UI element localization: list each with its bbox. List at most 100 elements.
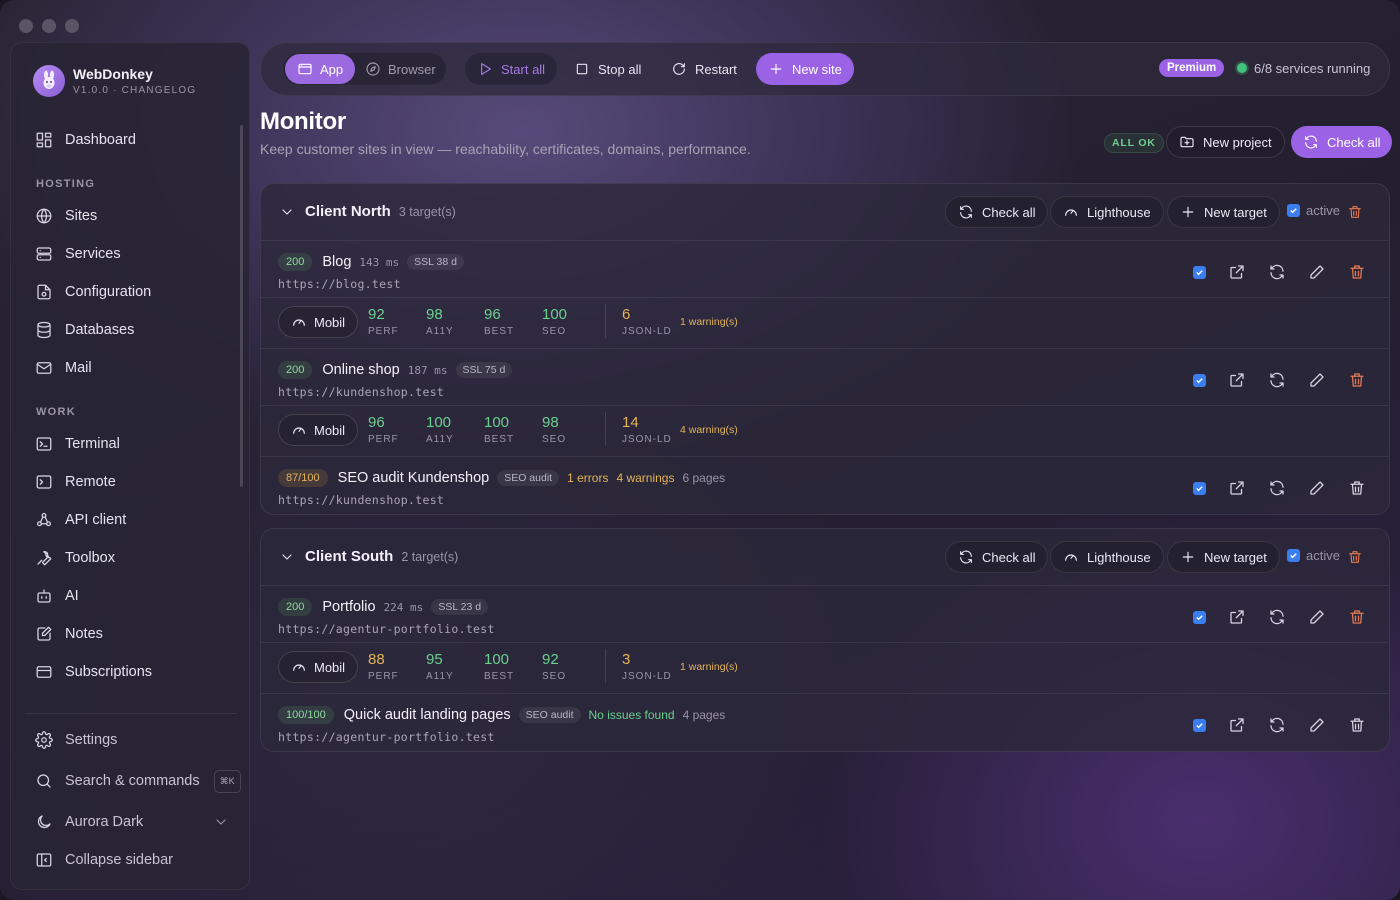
search-icon (37, 774, 51, 788)
target-url[interactable]: https://kundenshop.test (278, 385, 444, 399)
sidebar-item-remote[interactable]: Remote (35, 470, 116, 494)
theme-selector[interactable]: Aurora Dark (35, 810, 235, 834)
sidebar-item-api-client[interactable]: API client (35, 508, 126, 532)
new-target-button[interactable]: New target (1167, 541, 1280, 573)
external-link-icon[interactable] (1228, 716, 1246, 734)
pencil-icon[interactable] (1308, 371, 1326, 389)
sidebar-item-terminal[interactable]: Terminal (35, 432, 120, 456)
checkbox-checked-icon (1287, 204, 1300, 217)
target-url[interactable]: https://kundenshop.test (278, 493, 444, 507)
external-link-icon[interactable] (1228, 608, 1246, 626)
refresh-icon[interactable] (1268, 716, 1286, 734)
divider (605, 649, 606, 683)
delete-group-icon[interactable] (1347, 549, 1363, 565)
refresh-icon[interactable] (1268, 608, 1286, 626)
group-active-toggle[interactable]: active (1287, 203, 1340, 218)
restart-button[interactable]: Restart (671, 53, 737, 85)
refresh-icon[interactable] (1268, 479, 1286, 497)
lighthouse-button[interactable]: Lighthouse (1050, 196, 1164, 228)
active-checkbox[interactable] (1193, 481, 1206, 495)
audit-score-badge: 87/100 (278, 469, 328, 487)
pencil-icon[interactable] (1308, 716, 1326, 734)
target-url[interactable]: https://agentur-portfolio.test (278, 730, 495, 744)
sidebar-item-databases[interactable]: Databases (35, 318, 134, 342)
external-link-icon[interactable] (1228, 371, 1246, 389)
search-commands-button[interactable]: Search & commands ⌘K (35, 769, 241, 793)
sidebar-item-toolbox[interactable]: Toolbox (35, 546, 115, 570)
delete-group-icon[interactable] (1347, 204, 1363, 220)
metric-label: A11Y (426, 671, 454, 682)
group-check-all-button[interactable]: Check all (945, 541, 1049, 573)
metric-value: 100 (542, 306, 568, 323)
sidebar-scrollbar[interactable] (240, 125, 243, 487)
pencil-icon[interactable] (1308, 608, 1326, 626)
new-site-label: New site (792, 61, 842, 77)
sidebar-item-dashboard[interactable]: Dashboard (35, 128, 136, 152)
target-name[interactable]: Quick audit landing pages (344, 707, 511, 723)
remote-terminal-icon (36, 475, 52, 489)
brand[interactable]: WebDonkey V1.0.0 · CHANGELOG (33, 65, 196, 97)
new-site-button[interactable]: New site (756, 53, 854, 85)
target-name[interactable]: SEO audit Kundenshop (338, 470, 490, 486)
pencil-icon[interactable] (1308, 263, 1326, 281)
services-running-status[interactable]: 6/8 services running (1254, 61, 1370, 76)
sidebar: WebDonkey V1.0.0 · CHANGELOG Dashboard H… (10, 42, 250, 890)
refresh-icon[interactable] (1268, 371, 1286, 389)
warning-count[interactable]: 1 warning(s) (680, 661, 738, 673)
sidebar-item-configuration[interactable]: Configuration (35, 280, 151, 304)
stop-all-button[interactable]: Stop all (574, 53, 641, 85)
sidebar-item-services[interactable]: Services (35, 242, 121, 266)
start-all-button[interactable]: Start all (465, 53, 558, 85)
target-url[interactable]: https://agentur-portfolio.test (278, 622, 495, 636)
zoom-window-button[interactable] (65, 19, 79, 33)
active-checkbox[interactable] (1193, 718, 1206, 732)
lighthouse-button[interactable]: Lighthouse (1050, 541, 1164, 573)
tab-app[interactable]: App (285, 54, 356, 84)
group-toggle[interactable]: Client North 3 target(s) (279, 203, 456, 220)
device-mobile-button[interactable]: Mobil (278, 651, 359, 683)
target-name[interactable]: Portfolio (322, 599, 375, 615)
external-link-icon[interactable] (1228, 263, 1246, 281)
group-check-all-button[interactable]: Check all (945, 196, 1049, 228)
trash-icon[interactable] (1348, 608, 1366, 626)
warning-count[interactable]: 4 warning(s) (680, 424, 738, 436)
audit-tag: SEO audit (518, 707, 581, 723)
metric-seo: 92 SEO (542, 651, 566, 682)
active-checkbox[interactable] (1193, 373, 1206, 387)
tab-browser[interactable]: Browser (353, 54, 448, 84)
new-target-button[interactable]: New target (1167, 196, 1280, 228)
target-name[interactable]: Blog (322, 254, 351, 270)
trash-icon[interactable] (1348, 263, 1366, 281)
close-window-button[interactable] (19, 19, 33, 33)
minimize-window-button[interactable] (42, 19, 56, 33)
sidebar-item-notes[interactable]: Notes (35, 622, 103, 646)
premium-badge[interactable]: Premium (1159, 59, 1225, 77)
trash-icon[interactable] (1348, 479, 1366, 497)
group-active-toggle[interactable]: active (1287, 548, 1340, 563)
active-checkbox[interactable] (1193, 610, 1206, 624)
sidebar-item-mail[interactable]: Mail (35, 356, 92, 380)
check-all-global-button[interactable]: Check all (1291, 126, 1393, 158)
collapse-sidebar-button[interactable]: Collapse sidebar (35, 848, 173, 872)
new-project-button[interactable]: New project (1166, 126, 1285, 158)
target-url[interactable]: https://blog.test (278, 277, 401, 291)
moon-icon (37, 815, 51, 829)
group-toggle[interactable]: Client South 2 target(s) (279, 548, 458, 565)
version-changelog-link[interactable]: V1.0.0 · CHANGELOG (73, 85, 196, 96)
sidebar-item-sites[interactable]: Sites (35, 204, 97, 228)
warning-count[interactable]: 1 warning(s) (680, 316, 738, 328)
pencil-icon[interactable] (1308, 479, 1326, 497)
device-mobile-button[interactable]: Mobil (278, 306, 359, 338)
trash-icon[interactable] (1348, 371, 1366, 389)
sidebar-item-subscriptions[interactable]: Subscriptions (35, 660, 152, 684)
chevron-down-icon (282, 208, 292, 215)
active-checkbox[interactable] (1193, 265, 1206, 279)
refresh-icon[interactable] (1268, 263, 1286, 281)
view-switch: App Browser (282, 52, 447, 86)
device-mobile-button[interactable]: Mobil (278, 414, 359, 446)
external-link-icon[interactable] (1228, 479, 1246, 497)
sidebar-item-settings[interactable]: Settings (35, 728, 117, 752)
target-name[interactable]: Online shop (322, 362, 399, 378)
trash-icon[interactable] (1348, 716, 1366, 734)
sidebar-item-ai[interactable]: AI (35, 584, 79, 608)
